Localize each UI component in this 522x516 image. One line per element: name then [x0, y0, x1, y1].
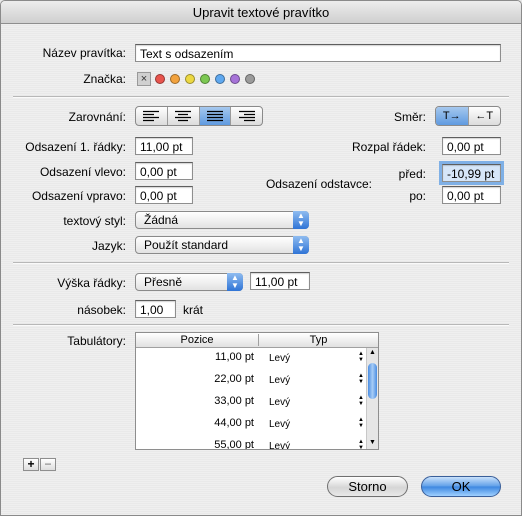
type-stepper-icon[interactable]: ▲ ▼: [358, 373, 364, 385]
direction-rtl-button[interactable]: ←T: [469, 107, 501, 125]
tag-color-swatch[interactable]: [200, 74, 210, 84]
tab-position-cell: 22,00 pt: [214, 373, 254, 385]
tabs-table: Pozice Typ 11,00 pt Levý ▲ ▼ 22,00 pt Levý ▲ ▼ 3…: [135, 332, 379, 450]
direction-segmented-control: T→ ←T: [435, 106, 501, 126]
column-header-position[interactable]: Pozice: [136, 334, 259, 346]
tabs-label: Tabulátory:: [67, 334, 126, 348]
language-label: Jazyk:: [91, 239, 126, 253]
first-indent-label: Odsazení 1. řádky:: [25, 140, 126, 154]
window-title: Upravit textové pravítko: [1, 1, 521, 24]
after-label: po:: [409, 189, 426, 203]
right-indent-input[interactable]: 0,00 pt: [135, 186, 193, 204]
add-tab-button[interactable]: +: [23, 458, 39, 471]
ruler-name-label: Název pravítka:: [42, 46, 126, 60]
tab-position-cell: 44,00 pt: [214, 417, 254, 429]
align-left-icon: [143, 110, 160, 122]
remove-tab-button[interactable]: −: [40, 458, 56, 471]
direction-ltr-button[interactable]: T→: [436, 107, 469, 125]
text-style-popup[interactable]: Žádná ▲ ▼: [135, 211, 309, 229]
direction-label: Směr:: [393, 110, 426, 124]
column-header-type[interactable]: Typ: [259, 334, 378, 346]
separator: [13, 262, 509, 264]
tab-position-cell: 55,00 pt: [214, 439, 254, 450]
alignment-label: Zarovnání:: [68, 110, 126, 124]
align-center-icon: [175, 110, 192, 122]
tag-color-swatch[interactable]: [185, 74, 195, 84]
left-indent-input[interactable]: 0,00 pt: [135, 162, 193, 180]
tab-position-cell: 11,00 pt: [215, 351, 254, 363]
tag-color-swatch[interactable]: [155, 74, 165, 84]
table-row[interactable]: 55,00 pt Levý ▲ ▼: [136, 436, 366, 450]
dialog-window: Upravit textové pravítko Název pravítka:…: [0, 0, 522, 516]
tag-color-swatch[interactable]: [170, 74, 180, 84]
tag-color-swatch[interactable]: [245, 74, 255, 84]
tabs-scrollbar[interactable]: ▲ ▼: [366, 348, 378, 449]
tag-color-swatch[interactable]: [230, 74, 240, 84]
popup-arrows-icon: ▲ ▼: [227, 273, 243, 291]
align-right-button[interactable]: [231, 107, 262, 125]
paragraph-spacing-label: Odsazení odstavce:: [265, 177, 372, 191]
tab-position-cell: 33,00 pt: [214, 395, 254, 407]
tag-none-icon[interactable]: ×: [137, 72, 151, 86]
line-height-mode-popup[interactable]: Přesně ▲ ▼: [135, 273, 243, 291]
right-indent-label: Odsazení vpravo:: [31, 189, 126, 203]
type-stepper-icon[interactable]: ▲ ▼: [358, 351, 364, 363]
type-stepper-icon[interactable]: ▲ ▼: [358, 439, 364, 449]
align-justify-button[interactable]: [199, 107, 232, 125]
line-height-mode-value: Přesně: [144, 275, 183, 289]
line-spacing-input[interactable]: 0,00 pt: [442, 137, 501, 155]
popup-arrows-icon: ▲ ▼: [293, 211, 309, 229]
table-row[interactable]: 33,00 pt Levý ▲ ▼: [136, 392, 366, 414]
ok-button[interactable]: OK: [421, 476, 501, 497]
alignment-segmented-control: [135, 106, 263, 126]
after-spacing-input[interactable]: 0,00 pt: [442, 186, 501, 204]
align-left-button[interactable]: [136, 107, 168, 125]
scroll-down-icon[interactable]: ▼: [369, 439, 376, 446]
align-right-icon: [238, 110, 255, 122]
tab-type-cell[interactable]: Levý: [269, 441, 290, 449]
scroll-up-icon[interactable]: ▲: [369, 349, 376, 356]
before-label: před:: [398, 167, 426, 181]
tag-label: Značka:: [83, 72, 126, 86]
first-indent-input[interactable]: 11,00 pt: [135, 137, 193, 155]
multiple-input[interactable]: 1,00: [135, 300, 176, 318]
cancel-button[interactable]: Storno: [327, 476, 408, 497]
scroll-thumb[interactable]: [368, 363, 377, 399]
tab-type-cell[interactable]: Levý: [269, 375, 290, 386]
text-style-label: textový styl:: [63, 214, 126, 228]
type-stepper-icon[interactable]: ▲ ▼: [358, 417, 364, 429]
tab-type-cell[interactable]: Levý: [269, 419, 290, 430]
left-indent-label: Odsazení vlevo:: [39, 165, 126, 179]
line-height-label: Výška řádky:: [57, 276, 126, 290]
ruler-name-input[interactable]: Text s odsazením: [135, 44, 501, 62]
tab-type-cell[interactable]: Levý: [269, 397, 290, 408]
language-value: Použít standard: [144, 238, 229, 252]
multiple-label: násobek:: [77, 303, 126, 317]
align-justify-icon: [206, 110, 223, 122]
tag-color-swatch[interactable]: [215, 74, 225, 84]
type-stepper-icon[interactable]: ▲ ▼: [358, 395, 364, 407]
line-height-input[interactable]: 11,00 pt: [250, 272, 310, 290]
tab-type-cell[interactable]: Levý: [269, 353, 290, 364]
separator: [13, 96, 509, 98]
before-spacing-input[interactable]: -10,99 pt: [439, 161, 504, 185]
line-spacing-label: Rozpal řádek:: [351, 140, 426, 154]
popup-arrows-icon: ▲ ▼: [293, 236, 309, 254]
separator: [13, 324, 509, 326]
text-style-value: Žádná: [144, 213, 179, 227]
table-row[interactable]: 11,00 pt Levý ▲ ▼: [136, 348, 366, 370]
align-center-button[interactable]: [168, 107, 200, 125]
language-popup[interactable]: Použít standard ▲ ▼: [135, 236, 309, 254]
table-row[interactable]: 44,00 pt Levý ▲ ▼: [136, 414, 366, 436]
tabs-table-header: Pozice Typ: [136, 333, 378, 348]
table-row[interactable]: 22,00 pt Levý ▲ ▼: [136, 370, 366, 392]
multiple-unit-label: krát: [183, 303, 204, 317]
